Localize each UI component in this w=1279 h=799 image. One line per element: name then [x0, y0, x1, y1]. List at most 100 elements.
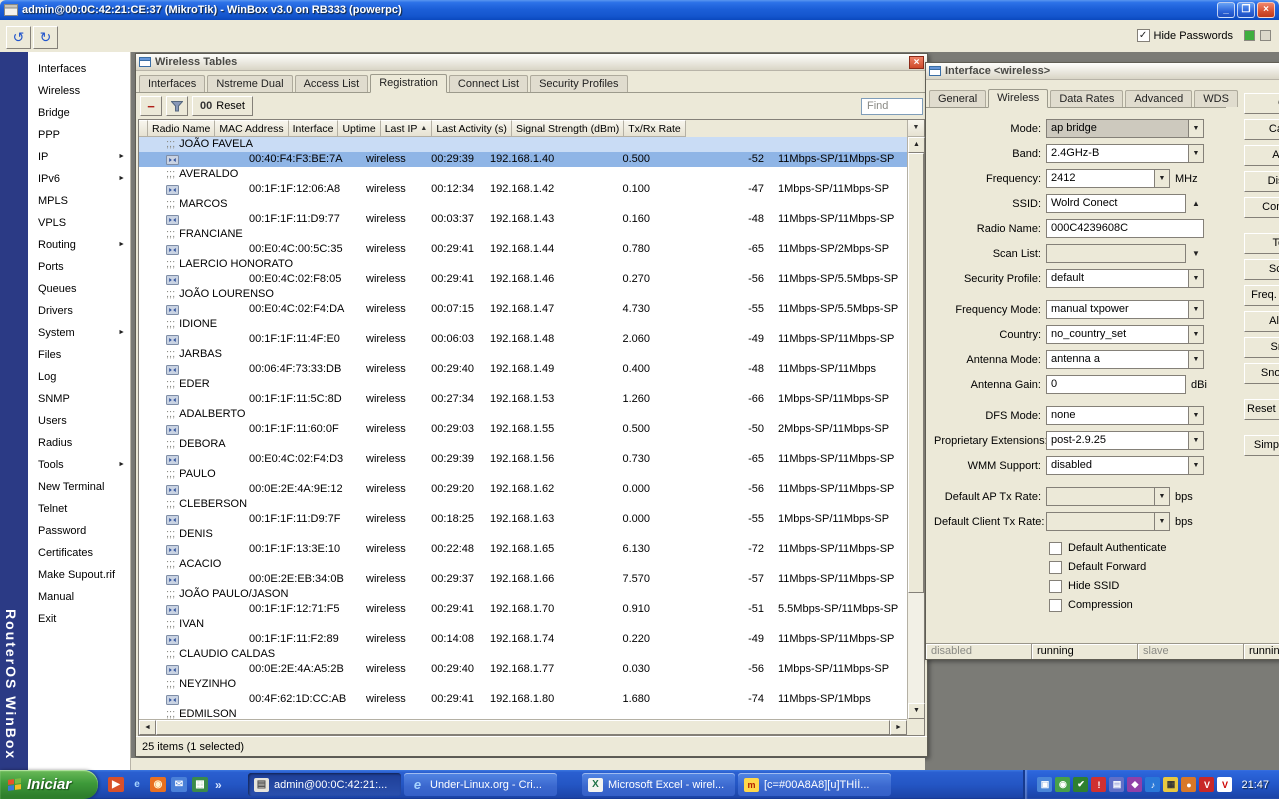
field-value[interactable]: 2.4GHz-B ▼ — [1046, 144, 1204, 163]
internet-explorer-icon[interactable]: e — [129, 777, 145, 792]
maximize-button[interactable]: ❐ — [1237, 2, 1255, 18]
dropdown-arrow-icon[interactable]: ▼ — [1188, 407, 1203, 424]
keyboard-layout-icon[interactable]: ▦ — [1163, 777, 1179, 792]
option-row[interactable]: Hide SSID — [1049, 578, 1279, 594]
dialog-button[interactable]: Sniff... — [1244, 337, 1279, 358]
redo-button[interactable]: ↻ — [33, 26, 58, 49]
field-value[interactable]: manual txpower ▼ — [1046, 300, 1204, 319]
sidebar-item[interactable]: System ► — [28, 322, 130, 344]
vertical-scrollbar[interactable]: ▲ ▼ — [907, 137, 925, 719]
tab[interactable]: General — [929, 90, 987, 107]
taskbar-task-button[interactable]: [c=#00A8A8][u]THÍÍ... — [738, 773, 891, 796]
sidebar-item[interactable]: IP ► — [28, 146, 130, 168]
entry-data-row[interactable]: 00:1F:1F:11:D9:77 wireless 00:03:37 192.… — [139, 212, 907, 227]
column-header[interactable]: Uptime — [338, 120, 381, 137]
close-icon[interactable]: × — [909, 55, 924, 69]
sidebar-item[interactable]: Routing ► — [28, 234, 130, 256]
taskbar-task-button[interactable]: Microsoft Excel - wirel... — [582, 773, 735, 796]
entry-comment-row[interactable]: ;;; DEBORA — [139, 437, 907, 452]
column-select-button[interactable]: ▼ — [907, 120, 924, 137]
sidebar-item[interactable]: Wireless — [28, 80, 130, 102]
sidebar-item[interactable]: Interfaces — [28, 58, 130, 80]
field-value[interactable]: Wolrd Conect — [1046, 194, 1186, 213]
dropdown-arrow-icon[interactable]: ▼ — [1154, 513, 1169, 530]
tab[interactable]: Data Rates — [1050, 90, 1124, 107]
entry-comment-row[interactable]: ;;; JOÃO FAVELA — [139, 137, 907, 152]
field-value[interactable]: none ▼ — [1046, 406, 1204, 425]
sidebar-item[interactable]: Queues — [28, 278, 130, 300]
sidebar-item[interactable]: Certificates — [28, 542, 130, 564]
dropdown-arrow-icon[interactable]: ▼ — [1188, 457, 1203, 474]
entry-comment-row[interactable]: ;;; IDIONE — [139, 317, 907, 332]
entry-comment-row[interactable]: ;;; JOÃO LOURENSO — [139, 287, 907, 302]
entry-data-row[interactable]: 00:1F:1F:12:06:A8 wireless 00:12:34 192.… — [139, 182, 907, 197]
interface-dialog-titlebar[interactable]: Interface <wireless> — [926, 63, 1279, 80]
field-value[interactable] — [1046, 244, 1186, 263]
dialog-button[interactable]: Cancel — [1244, 119, 1279, 140]
dropdown-arrow-icon[interactable]: ▼ — [1188, 301, 1203, 318]
field-value[interactable]: post-2.9.25 ▼ — [1046, 431, 1204, 450]
scrollbar-thumb[interactable] — [908, 153, 924, 593]
tab[interactable]: Access List — [294, 75, 369, 92]
network-icon[interactable]: ▣ — [1037, 777, 1053, 792]
vnc-icon[interactable]: V — [1217, 777, 1233, 792]
entry-comment-row[interactable]: ;;; MARCOS — [139, 197, 907, 212]
entry-data-row[interactable]: 00:0E:2E:EB:34:0B wireless 00:29:37 192.… — [139, 572, 907, 587]
entry-comment-row[interactable]: ;;; FRANCIANE — [139, 227, 907, 242]
entry-data-row[interactable]: 00:1F:1F:11:D9:7F wireless 00:18:25 192.… — [139, 512, 907, 527]
sidebar-item[interactable]: Make Supout.rif — [28, 564, 130, 586]
field-value[interactable]: no_country_set ▼ — [1046, 325, 1204, 344]
entry-data-row[interactable]: 00:1F:1F:11:5C:8D wireless 00:27:34 192.… — [139, 392, 907, 407]
entry-comment-row[interactable]: ;;; JARBAS — [139, 347, 907, 362]
column-header[interactable] — [139, 120, 148, 137]
scroll-up-icon[interactable]: ▲ — [908, 137, 925, 153]
dialog-button[interactable]: Simple Mode — [1244, 435, 1279, 456]
alert-icon[interactable]: ! — [1091, 777, 1107, 792]
dialog-button[interactable]: Torch — [1244, 233, 1279, 254]
sidebar-item[interactable]: Telnet — [28, 498, 130, 520]
hide-passwords-option[interactable]: ✓ Hide Passwords — [1136, 29, 1233, 42]
entry-data-row[interactable]: 00:4F:62:1D:CC:AB wireless 00:29:41 192.… — [139, 692, 907, 707]
field-value[interactable]: 2412 ▼ — [1046, 169, 1170, 188]
dialog-button[interactable]: OK — [1244, 93, 1279, 114]
sidebar-item[interactable]: Exit — [28, 608, 130, 630]
entry-data-row[interactable]: 00:E0:4C:02:F8:05 wireless 00:29:41 192.… — [139, 272, 907, 287]
dialog-button[interactable]: Comment — [1244, 197, 1279, 218]
sidebar-item[interactable]: Drivers — [28, 300, 130, 322]
entry-comment-row[interactable]: ;;; NEYZINHO — [139, 677, 907, 692]
media-player-icon[interactable]: ▶ — [108, 777, 124, 792]
entry-data-row[interactable]: 00:1F:1F:11:F2:89 wireless 00:14:08 192.… — [139, 632, 907, 647]
quick-launch-overflow-chevron[interactable]: » — [215, 778, 222, 792]
field-value[interactable]: default ▼ — [1046, 269, 1204, 288]
entry-data-row[interactable]: 00:1F:1F:12:71:F5 wireless 00:29:41 192.… — [139, 602, 907, 617]
tab[interactable]: Advanced — [1125, 90, 1193, 107]
horizontal-scrollbar[interactable]: ◄ ► — [139, 719, 907, 735]
column-header[interactable]: Radio Name — [148, 120, 216, 137]
taskbar-task-button[interactable]: Under-Linux.org - Cri... — [404, 773, 557, 796]
entry-comment-row[interactable]: ;;; DENIS — [139, 527, 907, 542]
sidebar-item[interactable]: SNMP — [28, 388, 130, 410]
expand-toggle-icon[interactable]: ▼ — [1190, 249, 1202, 258]
tab[interactable]: Security Profiles — [530, 75, 628, 92]
entry-data-row[interactable]: 00:0E:2E:4A:9E:12 wireless 00:29:20 192.… — [139, 482, 907, 497]
sidebar-item[interactable]: VPLS — [28, 212, 130, 234]
filter-button[interactable] — [166, 96, 188, 116]
scroll-right-icon[interactable]: ► — [890, 720, 907, 735]
field-value[interactable]: ap bridge ▼ — [1046, 119, 1204, 138]
entry-data-row[interactable]: 00:0E:2E:4A:A5:2B wireless 00:29:40 192.… — [139, 662, 907, 677]
outlook-icon[interactable]: ✉ — [171, 777, 187, 792]
firefox-icon[interactable]: ◉ — [150, 777, 166, 792]
sidebar-item[interactable]: PPP — [28, 124, 130, 146]
sidebar-item[interactable]: MPLS — [28, 190, 130, 212]
entry-comment-row[interactable]: ;;; PAULO — [139, 467, 907, 482]
device-icon[interactable]: ◆ — [1127, 777, 1143, 792]
close-button[interactable]: × — [1257, 2, 1275, 18]
checkbox[interactable] — [1049, 579, 1062, 593]
dropdown-arrow-icon[interactable]: ▼ — [1154, 170, 1169, 187]
entry-comment-row[interactable]: ;;; IVAN — [139, 617, 907, 632]
horizontal-scrollbar-thumb[interactable] — [156, 720, 890, 735]
expand-toggle-icon[interactable]: ▲ — [1190, 199, 1202, 208]
scroll-down-icon[interactable]: ▼ — [908, 703, 925, 719]
remove-button[interactable]: − — [140, 96, 162, 116]
messenger-icon[interactable]: ◉ — [1055, 777, 1071, 792]
